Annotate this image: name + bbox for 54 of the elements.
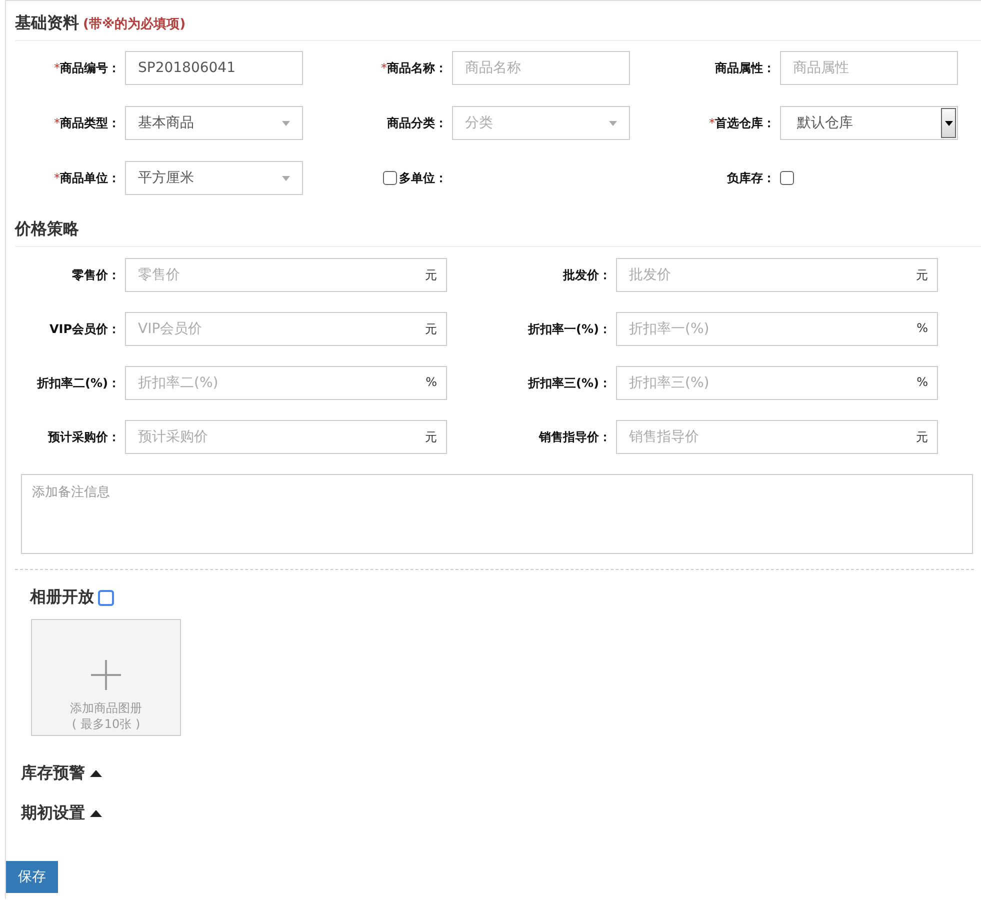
- unit-label: 元: [916, 267, 928, 284]
- select-field[interactable]: 基本商品: [125, 106, 303, 140]
- field-label: 批发价：: [563, 266, 611, 284]
- unit-label: 元: [425, 321, 437, 338]
- checkbox[interactable]: [383, 171, 397, 185]
- unit-label: 元: [916, 429, 928, 446]
- field-label: 商品编号：: [60, 60, 120, 76]
- caret-icon: [944, 120, 952, 126]
- required-mark: *: [54, 116, 60, 130]
- field-label: 销售指导价：: [539, 428, 611, 446]
- field-label: 折扣率三(%)：: [528, 374, 611, 392]
- field-label: 商品属性：: [715, 60, 775, 76]
- caret-icon: [609, 120, 617, 126]
- select-field[interactable]: 平方厘米: [125, 161, 303, 195]
- field-label: 商品分类：: [387, 114, 447, 132]
- plus-icon: [91, 660, 121, 690]
- checkbox[interactable]: [98, 590, 114, 606]
- caret-icon: [90, 770, 102, 777]
- section-title: 基础资料: [15, 13, 79, 34]
- required-mark: *: [54, 61, 60, 75]
- unit-label: %: [916, 321, 928, 335]
- text-field[interactable]: SP201806041: [125, 51, 303, 85]
- text-field[interactable]: 商品属性: [780, 51, 958, 85]
- field-label: 商品类型：: [60, 114, 120, 132]
- collapsible-header[interactable]: 期初设置: [21, 803, 102, 824]
- unit-label: %: [916, 375, 928, 389]
- unit-label: 元: [425, 267, 437, 284]
- caret-icon: [282, 176, 290, 180]
- field-label: 商品名称：: [387, 60, 447, 76]
- field-label: 折扣率二(%)：: [37, 374, 120, 392]
- field-label: 负库存：: [727, 170, 775, 186]
- album-label: 相册开放: [30, 587, 94, 608]
- required-mark: *: [381, 61, 387, 75]
- checkbox[interactable]: [780, 171, 794, 185]
- unit-label: %: [426, 375, 437, 389]
- field-label: 多单位：: [399, 170, 447, 186]
- dropdown-field[interactable]: 默认仓库: [780, 106, 958, 140]
- required-mark: *: [54, 171, 60, 185]
- text-field[interactable]: 商品名称: [452, 51, 630, 85]
- field-label: VIP会员价：: [49, 320, 120, 338]
- field-label: 预计采购价：: [48, 428, 120, 446]
- unit-label: 元: [425, 429, 437, 446]
- field-label: 商品单位：: [60, 170, 120, 186]
- field-label: 零售价：: [72, 266, 120, 284]
- caret-icon: [282, 120, 290, 126]
- caret-icon: [90, 810, 102, 817]
- required-mark: *: [709, 116, 715, 130]
- collapsible-header[interactable]: 库存预警: [21, 763, 102, 784]
- remarks-field[interactable]: 添加备注信息: [21, 474, 973, 554]
- required-note: (带※的为必填项): [83, 16, 186, 33]
- section-title: 价格策略: [15, 219, 79, 240]
- save-button[interactable]: 保存: [6, 861, 58, 893]
- field-label: 首选仓库：: [715, 114, 775, 132]
- field-label: 折扣率一(%)：: [528, 320, 611, 338]
